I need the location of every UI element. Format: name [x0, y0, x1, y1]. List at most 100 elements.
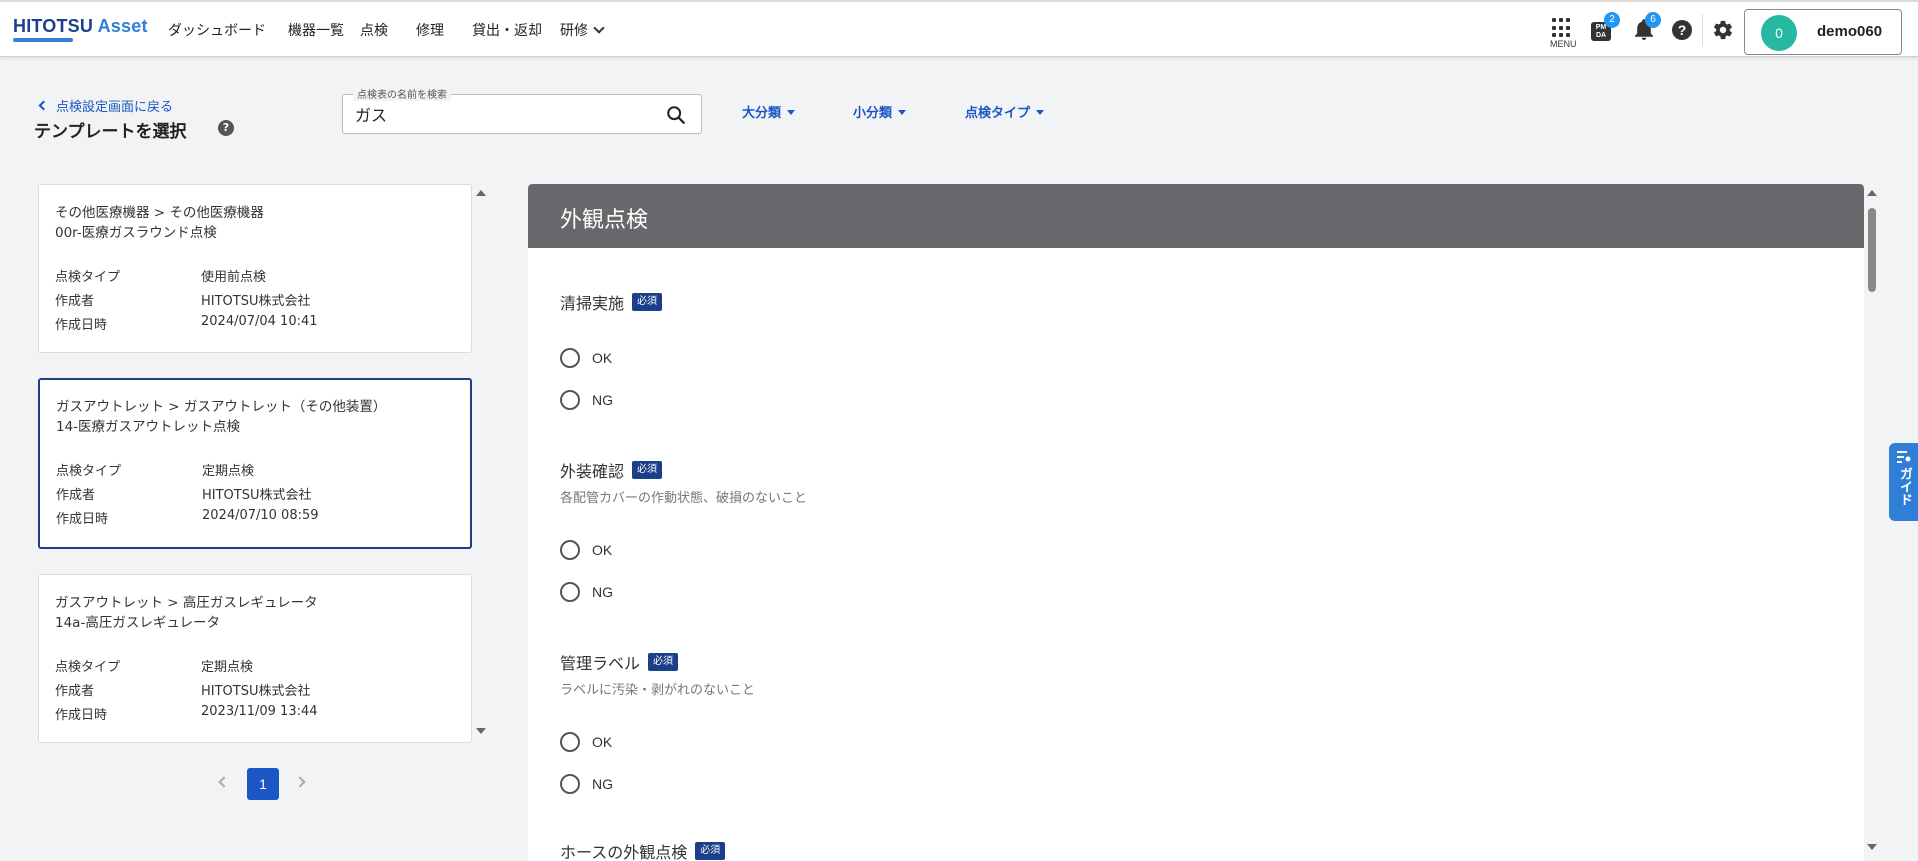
nav-training[interactable]: 研修	[560, 20, 605, 40]
option-label: OK	[592, 734, 613, 750]
inspection-type-value: 定期点検	[202, 464, 255, 479]
required-badge: 必須	[632, 293, 663, 311]
back-to-settings-link[interactable]: 点検設定画面に戻る	[38, 96, 174, 115]
radio-button[interactable]	[560, 582, 580, 602]
inspection-type-filter[interactable]: 点検タイプ	[965, 102, 1045, 121]
section-title: 外観点検	[560, 208, 649, 233]
radio-button[interactable]	[560, 390, 580, 410]
settings-gear-icon[interactable]	[1709, 16, 1737, 44]
question-label: 外装確認 必須	[560, 458, 663, 482]
inspection-type-label: 点検タイプ	[965, 106, 1031, 121]
radio-option-ok[interactable]: OK	[560, 348, 612, 368]
nav-equipment-list[interactable]: 機器一覧	[288, 20, 344, 40]
major-category-label: 大分類	[742, 106, 782, 121]
question-label: 管理ラベル 必須	[560, 650, 679, 674]
scroll-down-arrow-icon[interactable]	[476, 728, 486, 734]
guide-label: ガイド	[1897, 467, 1912, 506]
notification-badge: 6	[1645, 12, 1661, 28]
template-card[interactable]: その他医療機器 > その他医療機器 00r-医療ガスラウンド点検 点検タイプ 使…	[38, 184, 472, 353]
scroll-down-arrow-icon[interactable]	[1867, 844, 1877, 850]
back-link-label: 点検設定画面に戻る	[56, 100, 174, 115]
question-description: ラベルに汚染・剥がれのないこと	[560, 683, 756, 698]
caret-down-icon	[898, 110, 907, 115]
radio-option-ng[interactable]: NG	[560, 774, 613, 794]
inspection-type-key: 点検タイプ	[55, 660, 121, 675]
major-category-filter[interactable]: 大分類	[742, 102, 796, 121]
inspection-type-key: 点検タイプ	[55, 270, 121, 285]
chevron-down-icon	[593, 21, 605, 34]
nav-inspection[interactable]: 点検	[360, 20, 388, 40]
author-value: HITOTSU株式会社	[201, 684, 311, 699]
section-header: 外観点検	[528, 184, 1864, 248]
search-label: 点検表の名前を検索	[353, 86, 451, 101]
template-list-scrollbar[interactable]	[474, 184, 486, 744]
user-name: demo060	[1817, 23, 1883, 40]
avatar: 0	[1761, 15, 1797, 51]
scrollbar-thumb[interactable]	[1868, 208, 1876, 292]
inspection-type-key: 点検タイプ	[56, 464, 122, 479]
preview-scrollbar[interactable]	[1864, 184, 1880, 861]
radio-button[interactable]	[560, 540, 580, 560]
nav-lending[interactable]: 貸出・返却	[472, 20, 542, 40]
question-description: 各配管カバーの作動状態、破損のないこと	[560, 491, 808, 506]
radio-option-ok[interactable]: OK	[560, 732, 612, 752]
logo-accent-text: Asset	[93, 16, 148, 36]
next-page-icon[interactable]	[294, 776, 306, 788]
radio-button[interactable]	[560, 732, 580, 752]
hitotsu-asset-logo[interactable]: HITOTSU Asset	[13, 16, 148, 44]
question-title: 外装確認	[560, 462, 625, 481]
option-label: OK	[592, 350, 613, 366]
template-name: 00r-医療ガスラウンド点検	[55, 225, 217, 241]
guide-tab-button[interactable]: ガイド	[1889, 443, 1918, 521]
search-icon[interactable]	[665, 104, 687, 126]
help-icon[interactable]: ?	[1668, 16, 1696, 44]
radio-button[interactable]	[560, 774, 580, 794]
user-account-button[interactable]: 0 demo060	[1744, 9, 1902, 55]
option-label: NG	[592, 776, 613, 792]
author-key: 作成者	[55, 684, 95, 699]
created-at-value: 2023/11/09 13:44	[201, 704, 318, 719]
nav-dashboard[interactable]: ダッシュボード	[168, 20, 266, 40]
nav-training-label: 研修	[560, 22, 588, 39]
author-value: HITOTSU株式会社	[202, 488, 312, 503]
radio-option-ng[interactable]: NG	[560, 390, 613, 410]
main-nav: ダッシュボード 機器一覧 点検 修理 貸出・返却 研修	[168, 2, 620, 57]
template-category-path: ガスアウトレット > ガスアウトレット（その他装置）	[56, 399, 387, 415]
template-card-selected[interactable]: ガスアウトレット > ガスアウトレット（その他装置） 14-医療ガスアウトレット…	[38, 378, 472, 549]
required-badge: 必須	[632, 461, 663, 479]
created-at-key: 作成日時	[56, 512, 109, 527]
radio-option-ng[interactable]: NG	[560, 582, 613, 602]
title-help-icon[interactable]: ?	[218, 120, 234, 136]
scroll-up-arrow-icon[interactable]	[476, 190, 486, 196]
nav-repair[interactable]: 修理	[416, 20, 444, 40]
question-label: ホースの外観点検 必須	[560, 839, 726, 861]
current-page-button[interactable]: 1	[247, 768, 279, 800]
apps-menu-icon[interactable]	[1552, 18, 1572, 38]
pagination: 1	[0, 768, 520, 800]
created-at-key: 作成日時	[55, 318, 108, 333]
minor-category-filter[interactable]: 小分類	[853, 102, 907, 121]
radio-option-ok[interactable]: OK	[560, 540, 612, 560]
logo-swoosh	[13, 38, 73, 42]
inspection-type-value: 使用前点検	[201, 270, 267, 285]
template-category-path: ガスアウトレット > 高圧ガスレギュレータ	[55, 595, 318, 611]
author-key: 作成者	[56, 488, 96, 503]
template-card[interactable]: ガスアウトレット > 高圧ガスレギュレータ 14a-高圧ガスレギュレータ 点検タ…	[38, 574, 472, 743]
logo-main-text: HITOTSU	[13, 16, 94, 36]
question-title: ホースの外観点検	[560, 843, 688, 861]
author-key: 作成者	[55, 294, 95, 309]
template-name: 14-医療ガスアウトレット点検	[56, 419, 241, 435]
template-category-path: その他医療機器 > その他医療機器	[55, 205, 264, 221]
previous-page-icon[interactable]	[218, 776, 230, 788]
required-badge: 必須	[648, 653, 679, 671]
created-at-key: 作成日時	[55, 708, 108, 723]
option-label: NG	[592, 584, 613, 600]
template-list: その他医療機器 > その他医療機器 00r-医療ガスラウンド点検 点検タイプ 使…	[38, 184, 472, 744]
radio-button[interactable]	[560, 348, 580, 368]
template-name: 14a-高圧ガスレギュレータ	[55, 615, 221, 631]
top-bar: HITOTSU Asset ダッシュボード 機器一覧 点検 修理 貸出・返却 研…	[0, 0, 1918, 57]
search-input[interactable]	[355, 103, 655, 125]
author-value: HITOTSU株式会社	[201, 294, 311, 309]
scroll-up-arrow-icon[interactable]	[1867, 190, 1877, 196]
created-at-value: 2024/07/10 08:59	[202, 508, 319, 523]
